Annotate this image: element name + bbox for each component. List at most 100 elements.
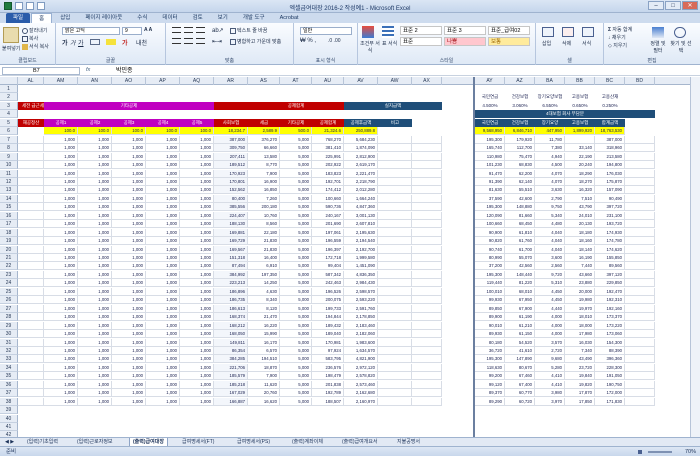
cell[interactable]: 1,000 (78, 270, 112, 279)
cell[interactable] (18, 194, 44, 203)
delete-cells-button[interactable]: 삭제 (562, 40, 571, 47)
cell[interactable] (625, 254, 655, 262)
cell[interactable]: 1,000 (44, 389, 78, 398)
row-header[interactable]: 34 (0, 363, 18, 372)
currency-icon[interactable]: ₩ % , (300, 38, 316, 44)
cell[interactable]: 1,000 (112, 338, 146, 347)
cell[interactable]: 2,192,700 (344, 245, 378, 254)
cell[interactable] (378, 152, 412, 161)
cell[interactable] (18, 304, 44, 313)
cell[interactable]: 1,664,240 (344, 194, 378, 203)
close-button[interactable]: ✕ (682, 1, 698, 10)
cell[interactable]: 179,920 (505, 135, 535, 144)
row-header[interactable]: 22 (0, 262, 18, 271)
cell[interactable] (378, 313, 412, 322)
copy-button[interactable]: 복사 (22, 35, 38, 42)
cell[interactable] (625, 211, 655, 220)
cell[interactable]: 768,270 (312, 135, 344, 144)
row-header[interactable]: 39 (0, 406, 18, 415)
row-header[interactable]: 18 (0, 228, 18, 237)
cell[interactable]: 167,029 (214, 389, 248, 398)
cell[interactable]: 6,910 (248, 262, 280, 271)
cell[interactable] (18, 203, 44, 212)
cell[interactable] (625, 220, 655, 229)
cell[interactable] (18, 372, 44, 381)
cell[interactable]: 1,000 (112, 262, 146, 271)
cell[interactable] (18, 330, 44, 339)
cell[interactable]: 1,000 (78, 262, 112, 271)
cell[interactable]: 1,000 (112, 279, 146, 288)
cell[interactable] (625, 338, 655, 347)
cell[interactable] (18, 135, 44, 144)
cell[interactable]: 37,590 (475, 194, 505, 203)
cell[interactable]: 189,512 (214, 161, 248, 170)
cell[interactable] (18, 346, 44, 355)
cell[interactable]: 4,500 (535, 161, 565, 170)
cell[interactable]: 188,507 (312, 397, 344, 406)
cell[interactable]: 1,000 (112, 389, 146, 398)
cell[interactable]: 7,510 (565, 194, 595, 203)
cell[interactable]: 1,000 (78, 220, 112, 229)
row-header[interactable]: 41 (0, 423, 18, 431)
indent-icon[interactable]: ⇤⇥ (212, 38, 222, 45)
cell[interactable]: 1,000 (44, 262, 78, 271)
cell[interactable]: 171,830 (595, 397, 625, 406)
cell[interactable]: 200,075 (312, 296, 344, 305)
cell[interactable]: 1,000 (146, 270, 180, 279)
cell[interactable]: 99,930 (475, 296, 505, 305)
cell[interactable] (18, 363, 44, 372)
cell[interactable]: 172,000 (595, 389, 625, 398)
cell[interactable]: 1,000 (146, 135, 180, 144)
cell[interactable]: 2,012,280 (344, 186, 378, 195)
cell[interactable] (412, 144, 442, 153)
cell[interactable]: 43,660 (565, 270, 595, 279)
cell[interactable]: 1,000 (44, 397, 78, 406)
cell[interactable]: 41,610 (505, 346, 535, 355)
cell[interactable]: 16,170 (248, 338, 280, 347)
cell[interactable] (412, 245, 442, 254)
cell[interactable] (18, 355, 44, 364)
cell[interactable]: 189,432 (312, 321, 344, 330)
cell[interactable] (18, 211, 44, 220)
cell[interactable]: 2,194,540 (344, 237, 378, 246)
cell[interactable] (378, 304, 412, 313)
cell[interactable]: 1,000 (44, 144, 78, 153)
merge-center-button[interactable]: 병합하고 가운데 맞춤 (230, 38, 281, 45)
cell[interactable]: 61,210 (505, 321, 535, 330)
cell[interactable]: 18,160 (565, 237, 595, 246)
cell[interactable]: 4,480 (535, 220, 565, 229)
cell[interactable]: 2,984,430 (344, 279, 378, 288)
cell[interactable]: 17,850 (565, 397, 595, 406)
cell[interactable]: 149,811 (214, 338, 248, 347)
cell[interactable]: 213,580 (595, 152, 625, 161)
style-standard-salary[interactable]: 표준_급여02 (488, 26, 530, 35)
cell[interactable]: 1,000 (44, 152, 78, 161)
cell[interactable]: 80,180 (475, 338, 505, 347)
cell[interactable]: 1,000 (78, 203, 112, 212)
cell[interactable]: 17,870 (565, 389, 595, 398)
format-cells-button[interactable]: 서식 (582, 40, 591, 47)
cell[interactable] (378, 254, 412, 262)
cell[interactable]: 2,619,170 (344, 161, 378, 170)
cell[interactable] (412, 228, 442, 237)
cell[interactable] (625, 389, 655, 398)
ribbon-tab-4[interactable]: 페이지 레이아웃 (78, 13, 129, 23)
cell[interactable]: 23,720 (565, 363, 595, 372)
cell[interactable]: 6,846,710 (505, 127, 535, 136)
cell[interactable]: 5,000 (280, 296, 312, 305)
cell[interactable] (378, 296, 412, 305)
cell[interactable]: 1,000 (180, 144, 214, 153)
cell[interactable]: 1,000 (180, 152, 214, 161)
cell[interactable]: 1,000 (44, 330, 78, 339)
number-format-select[interactable]: 일반 (300, 27, 352, 35)
cell[interactable]: 318,960 (595, 144, 625, 153)
cell[interactable] (378, 262, 412, 271)
cell[interactable]: 1,000 (146, 262, 180, 271)
cell[interactable]: 16,320 (565, 186, 595, 195)
cell[interactable]: 1,000 (78, 338, 112, 347)
cell[interactable]: 1,000 (44, 228, 78, 237)
align-top-icon[interactable] (172, 27, 181, 33)
cell[interactable] (18, 389, 44, 398)
cell[interactable]: 1,000 (112, 194, 146, 203)
cell[interactable] (625, 313, 655, 322)
